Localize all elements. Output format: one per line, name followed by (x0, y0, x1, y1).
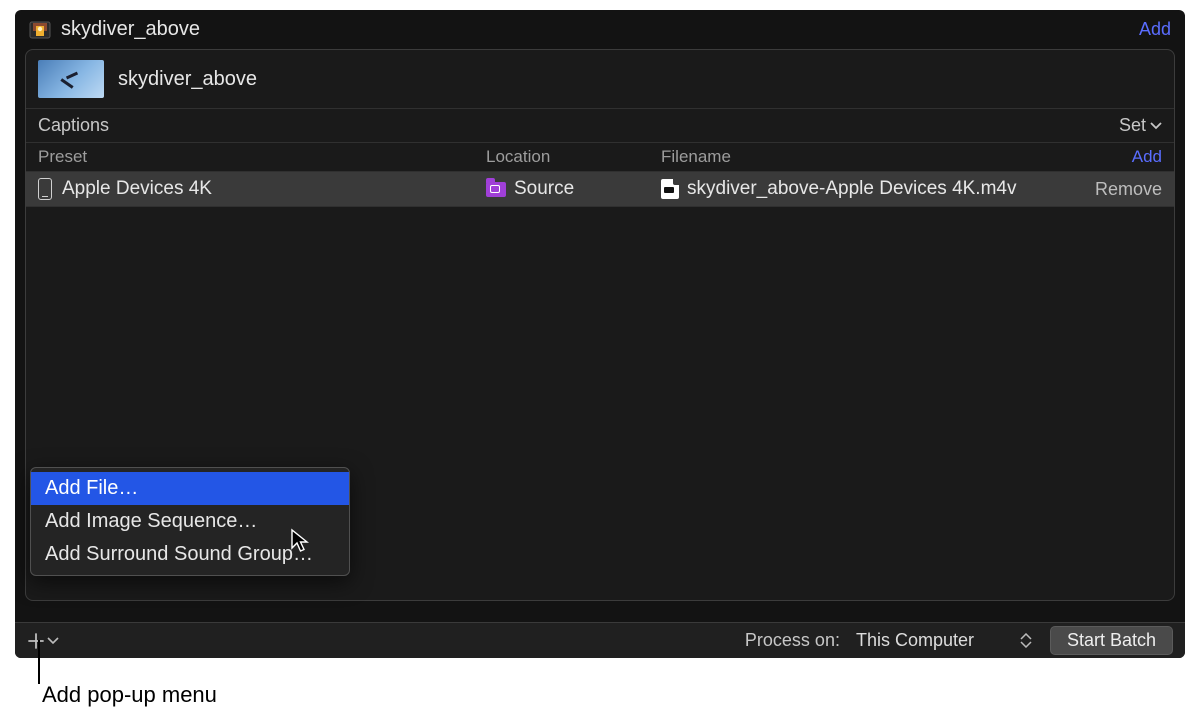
add-popup-menu: Add File… Add Image Sequence… Add Surrou… (30, 467, 350, 576)
process-on-label: Process on: (745, 630, 840, 651)
source-thumbnail (38, 60, 104, 98)
captions-bar: Captions Set (26, 108, 1174, 143)
chevron-down-icon (1150, 122, 1162, 130)
captions-set-dropdown[interactable]: Set (1119, 115, 1162, 136)
batch-window: skydiver_above Add skydiver_above Captio… (15, 10, 1185, 658)
source-name: skydiver_above (118, 68, 257, 91)
cell-preset: Apple Devices 4K (38, 178, 486, 200)
add-popup-button[interactable] (27, 632, 59, 650)
location-name: Source (514, 178, 574, 200)
plus-icon (27, 632, 45, 650)
remove-button[interactable]: Remove (1079, 179, 1162, 200)
file-icon (661, 179, 679, 199)
source-row[interactable]: skydiver_above (26, 50, 1174, 108)
column-header-location: Location (486, 147, 661, 167)
column-header-preset: Preset (38, 147, 486, 167)
start-batch-button[interactable]: Start Batch (1050, 626, 1173, 655)
popup-item-add-surround-sound[interactable]: Add Surround Sound Group… (31, 538, 349, 571)
column-headers: Preset Location Filename Add (26, 143, 1174, 172)
job-title: skydiver_above (61, 18, 200, 41)
popup-item-add-file[interactable]: Add File… (31, 472, 349, 505)
bottom-toolbar: Process on: This Computer Start Batch (15, 622, 1185, 658)
stepper-icon (1020, 632, 1034, 650)
process-on-select[interactable]: This Computer (850, 629, 1040, 653)
batch-panel: skydiver_above Captions Set Preset Locat… (25, 49, 1175, 601)
filename-text: skydiver_above-Apple Devices 4K.m4v (687, 178, 1017, 200)
process-on-value: This Computer (856, 630, 974, 651)
captions-set-label: Set (1119, 115, 1146, 136)
annotation-leader-line (38, 640, 40, 684)
compressor-app-icon (29, 19, 51, 41)
table-row[interactable]: Apple Devices 4K Source skydiver_above-A… (26, 172, 1174, 207)
column-header-filename: Filename (661, 147, 1132, 167)
cell-location: Source (486, 178, 661, 200)
captions-label: Captions (38, 115, 109, 136)
job-header: skydiver_above Add (15, 10, 1185, 49)
folder-icon (486, 182, 506, 197)
preset-name: Apple Devices 4K (62, 178, 212, 200)
popup-item-add-image-sequence[interactable]: Add Image Sequence… (31, 505, 349, 538)
device-icon (38, 178, 52, 200)
preset-add-link[interactable]: Add (1132, 147, 1162, 167)
chevron-down-icon (47, 636, 59, 646)
cell-filename: skydiver_above-Apple Devices 4K.m4v Remo… (661, 178, 1162, 200)
job-add-link[interactable]: Add (1139, 19, 1171, 40)
annotation-label: Add pop-up menu (42, 682, 217, 708)
